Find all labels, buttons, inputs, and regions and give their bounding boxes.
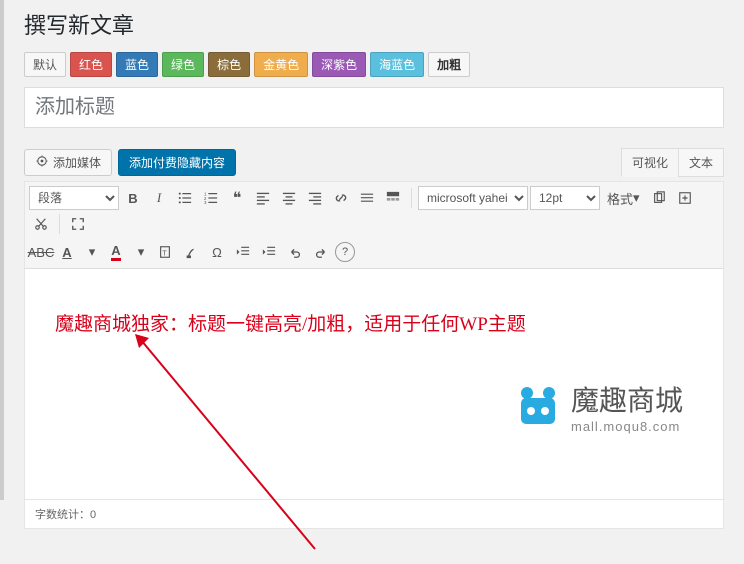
paragraph-select[interactable]: 段落	[29, 186, 119, 210]
copy-button[interactable]	[647, 186, 671, 210]
color-button-3[interactable]: 绿色	[162, 52, 204, 77]
color-button-4[interactable]: 棕色	[208, 52, 250, 77]
color-button-2[interactable]: 蓝色	[116, 52, 158, 77]
logo-watermark: 魔趣商城 mall.moqu8.com	[515, 379, 683, 434]
editor-footer: 字数统计：0	[24, 500, 724, 529]
page-title: 撰写新文章	[24, 0, 724, 52]
more-button[interactable]	[355, 186, 379, 210]
underline-dropdown[interactable]: ▾	[82, 240, 102, 264]
outdent-button[interactable]	[231, 240, 255, 264]
arrow-annotation	[135, 334, 335, 564]
clear-format-button[interactable]	[179, 240, 203, 264]
svg-text:3: 3	[204, 200, 207, 205]
color-button-7[interactable]: 海蓝色	[370, 52, 424, 77]
media-icon	[35, 154, 49, 171]
editor-content-area[interactable]: 魔趣商城独家：标题一键高亮/加粗，适用于任何WP主题 魔趣商城 mall.moq…	[25, 269, 723, 499]
logo-url: mall.moqu8.com	[571, 419, 683, 434]
bold-button[interactable]: B	[121, 186, 145, 210]
color-button-1[interactable]: 红色	[70, 52, 112, 77]
editor-toolbar: 段落 B I 123 ❝ microsoft yahei 12pt 格式 ▾	[25, 182, 723, 269]
text-color-dropdown[interactable]: ▾	[131, 240, 151, 264]
font-family-select[interactable]: microsoft yahei	[418, 186, 528, 210]
fullscreen-button[interactable]	[66, 212, 90, 236]
paste-text-button[interactable]: T	[153, 240, 177, 264]
add-media-label: 添加媒体	[53, 154, 101, 171]
color-button-8[interactable]: 加粗	[428, 52, 470, 77]
align-right-button[interactable]	[303, 186, 327, 210]
text-color-button[interactable]: A	[104, 240, 128, 264]
media-row: 添加媒体 添加付费隐藏内容 可视化 文本	[24, 148, 724, 177]
add-paid-content-button[interactable]: 添加付费隐藏内容	[118, 149, 236, 176]
add-media-button[interactable]: 添加媒体	[24, 149, 112, 176]
promo-text: 魔趣商城独家：标题一键高亮/加粗，适用于任何WP主题	[55, 309, 693, 336]
toolbar-toggle-button[interactable]	[381, 186, 405, 210]
undo-button[interactable]	[283, 240, 307, 264]
tab-visual[interactable]: 可视化	[621, 148, 679, 177]
strikethrough-button[interactable]: ABC	[29, 240, 53, 264]
underline-button[interactable]: A	[55, 240, 79, 264]
font-size-select[interactable]: 12pt	[530, 186, 600, 210]
svg-text:T: T	[162, 251, 167, 258]
bullet-list-button[interactable]	[173, 186, 197, 210]
link-button[interactable]	[329, 186, 353, 210]
align-left-button[interactable]	[251, 186, 275, 210]
cut-button[interactable]	[29, 212, 53, 236]
color-button-row: 默认红色蓝色绿色棕色金黄色深紫色海蓝色加粗	[24, 52, 724, 77]
logo-name: 魔趣商城	[571, 379, 683, 419]
insert-button[interactable]	[673, 186, 697, 210]
indent-button[interactable]	[257, 240, 281, 264]
word-count-value: 0	[90, 509, 96, 521]
blockquote-button[interactable]: ❝	[225, 186, 249, 210]
color-button-6[interactable]: 深紫色	[312, 52, 366, 77]
number-list-button[interactable]: 123	[199, 186, 223, 210]
redo-button[interactable]	[309, 240, 333, 264]
italic-button[interactable]: I	[147, 186, 171, 210]
editor-tabs: 可视化 文本	[622, 148, 724, 177]
align-center-button[interactable]	[277, 186, 301, 210]
tab-text[interactable]: 文本	[678, 148, 724, 177]
color-button-0[interactable]: 默认	[24, 52, 66, 77]
format-select[interactable]: 格式 ▾	[602, 186, 645, 210]
post-title-input[interactable]	[24, 87, 724, 128]
color-button-5[interactable]: 金黄色	[254, 52, 308, 77]
word-count-label: 字数统计：	[35, 509, 90, 521]
special-char-button[interactable]: Ω	[205, 240, 229, 264]
editor-container: 段落 B I 123 ❝ microsoft yahei 12pt 格式 ▾	[24, 181, 724, 500]
logo-icon	[515, 384, 561, 430]
help-button[interactable]: ?	[335, 242, 355, 262]
